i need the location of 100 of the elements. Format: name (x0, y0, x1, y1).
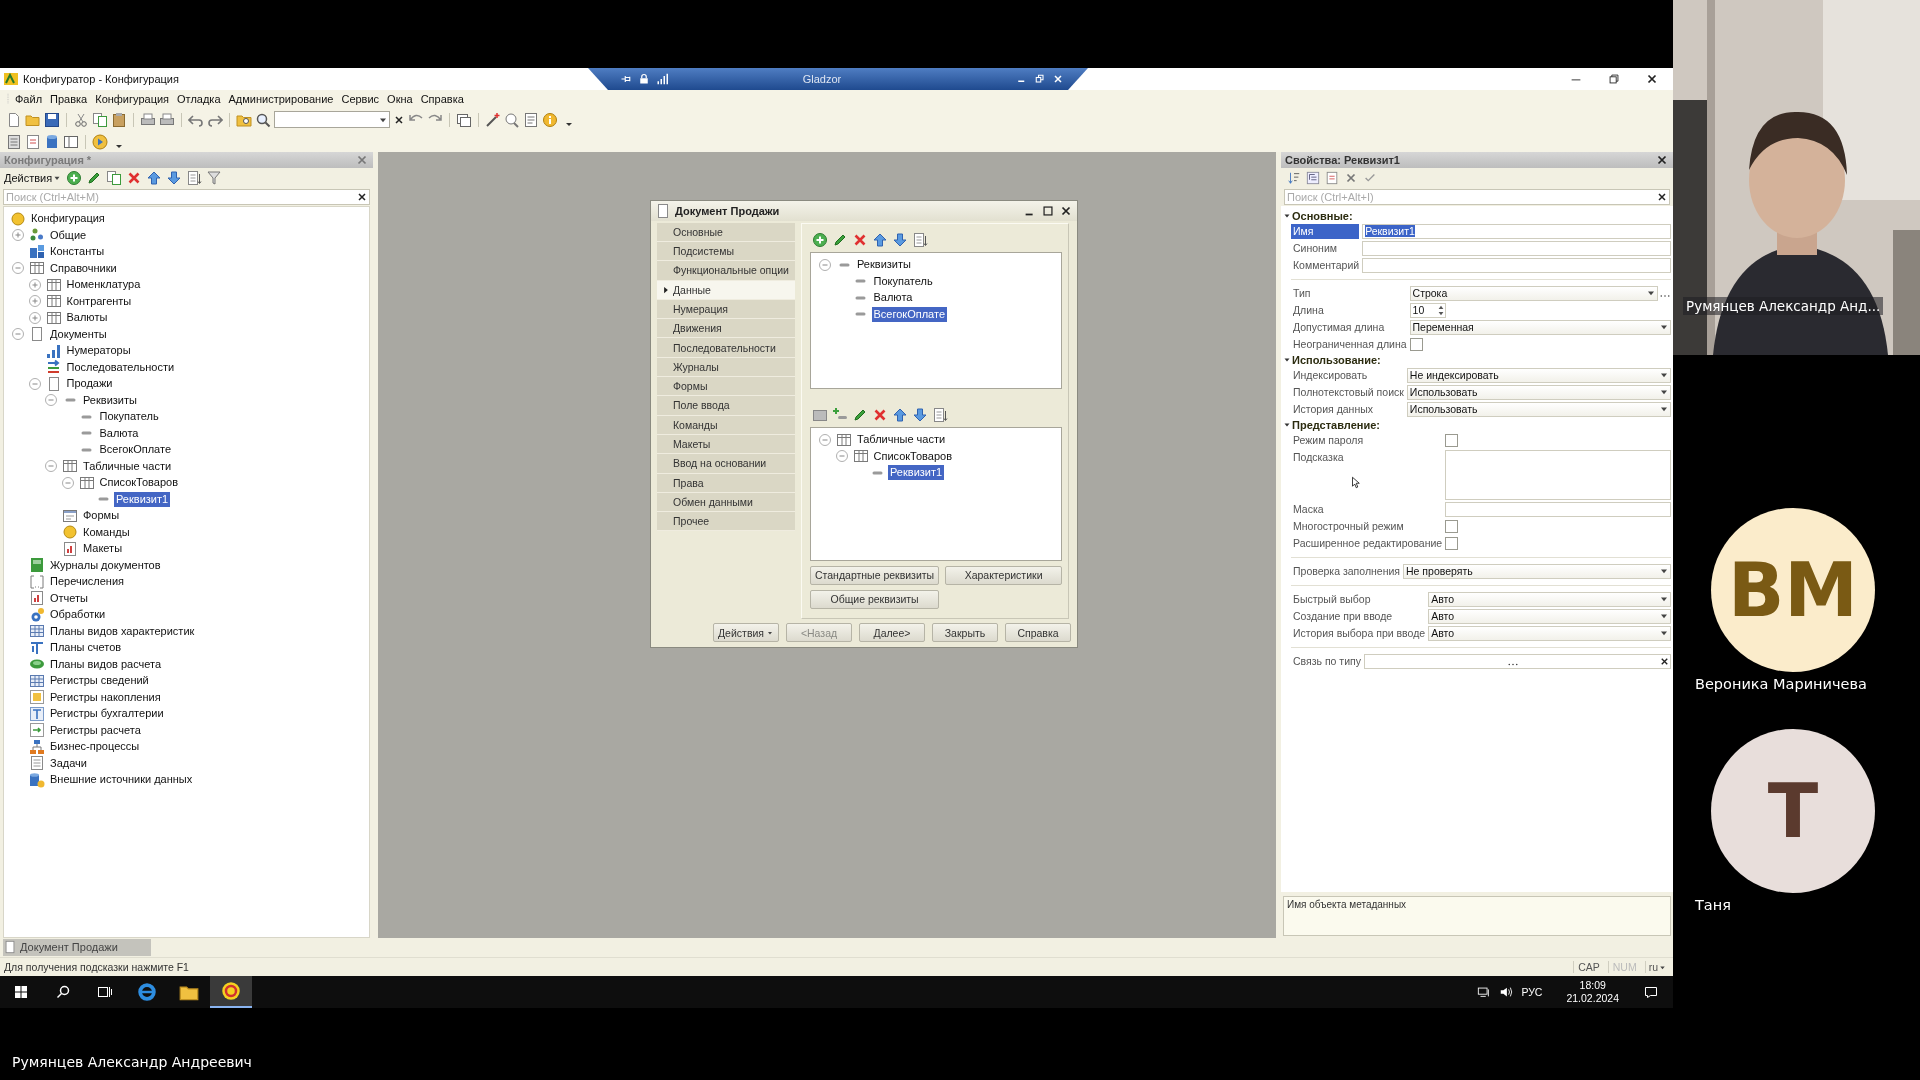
tree-icon[interactable] (1306, 170, 1320, 185)
dropdown-field[interactable]: Авто (1428, 591, 1671, 607)
tree-item[interactable]: Внешние источники данных (48, 772, 195, 788)
tree-item[interactable]: ВсегокОплате (97, 442, 173, 458)
section-item[interactable]: Нумерация (657, 299, 795, 320)
tree-item[interactable]: Журналы документов (48, 557, 163, 573)
page-icon[interactable] (6, 111, 22, 128)
lock-icon[interactable] (638, 73, 650, 85)
tree-item[interactable]: Валюта (97, 425, 141, 441)
menu-item[interactable]: Справка (417, 92, 467, 105)
tree-item[interactable]: Формы (81, 508, 122, 524)
tree-item[interactable]: Нумераторы (64, 343, 133, 359)
section-item[interactable]: Поле ввода (657, 396, 795, 416)
maximize-icon[interactable] (1041, 203, 1055, 218)
input-language[interactable]: РУС (1521, 986, 1543, 998)
task-view-icon[interactable] (97, 984, 113, 1000)
close-icon[interactable] (393, 113, 405, 126)
menu-item[interactable]: Сервис (338, 92, 383, 105)
sheet-icon[interactable] (1325, 170, 1339, 185)
section-item[interactable]: Обмен данными (657, 492, 795, 513)
database-icon[interactable] (44, 133, 60, 150)
list-icon[interactable] (186, 169, 203, 186)
restore-icon[interactable] (1607, 72, 1621, 86)
text-field[interactable] (1445, 501, 1671, 517)
section-item[interactable]: Основные (657, 222, 795, 242)
dropdown-field[interactable]: Не проверять (1403, 563, 1671, 579)
section-item[interactable]: Движения (657, 319, 795, 339)
printer-icon[interactable] (140, 111, 156, 128)
taskbar-app-button[interactable] (210, 976, 252, 1008)
dropdown-field[interactable]: Не индексировать (1406, 367, 1671, 383)
floppy-icon[interactable] (44, 111, 60, 128)
close-icon[interactable] (1656, 190, 1668, 203)
speaker-icon[interactable] (1499, 985, 1514, 999)
dialog-button[interactable]: Закрыть (932, 623, 998, 643)
menu-item[interactable]: Окна (384, 92, 416, 105)
section-item[interactable]: Функциональные опции (657, 261, 795, 281)
tree-item[interactable]: Планы счетов (48, 640, 124, 656)
section-item[interactable]: Прочее (657, 512, 795, 532)
tree-item[interactable]: Регистры сведений (48, 673, 151, 689)
up-arrow-icon[interactable] (146, 169, 163, 186)
tree-item[interactable]: Обработки (48, 607, 108, 623)
printer-icon[interactable] (159, 111, 175, 128)
tree-item[interactable]: Реквизит1 (114, 491, 171, 507)
tree-item[interactable]: Макеты (81, 541, 125, 557)
tree-item[interactable]: Покупатель (97, 409, 161, 425)
tree-item[interactable]: Продажи (64, 376, 115, 392)
list-icon[interactable] (932, 406, 948, 423)
actions-menu-button[interactable]: Действия (4, 171, 63, 184)
tree-item[interactable]: Табличные части (855, 432, 948, 448)
section-item[interactable]: Формы (657, 377, 795, 397)
text-field[interactable] (1362, 240, 1671, 256)
copy-icon[interactable] (106, 169, 123, 186)
tree-item[interactable]: Валюты (64, 310, 110, 326)
tree-item[interactable]: ВсегокОплате (871, 306, 947, 322)
text-field[interactable]: Реквизит1 (1362, 223, 1671, 239)
restore-icon[interactable] (1034, 73, 1046, 85)
down-arrow-icon[interactable] (166, 169, 183, 186)
tree-item[interactable]: Справочники (48, 260, 119, 276)
search-icon[interactable] (255, 111, 271, 128)
section-item[interactable]: Данные (657, 280, 795, 300)
tree-item[interactable]: Задачи (48, 755, 89, 771)
checkbox[interactable] (1445, 433, 1459, 447)
checkbox[interactable] (1445, 519, 1459, 533)
checkbox[interactable] (1409, 337, 1423, 351)
tree-item[interactable]: СписокТоваров (97, 475, 180, 491)
tree-item[interactable]: Реквизиты (81, 392, 139, 408)
menu-item[interactable]: Отладка (174, 92, 224, 105)
section-item[interactable]: Последовательности (657, 338, 795, 358)
tree-item[interactable]: Константы (48, 244, 107, 260)
play-icon[interactable] (92, 133, 108, 150)
scissors-icon[interactable] (73, 111, 89, 128)
tree-item[interactable]: Отчеты (48, 590, 91, 606)
up-arrow-icon[interactable] (892, 406, 908, 423)
spinner-icon[interactable] (1436, 303, 1445, 317)
dropdown-field[interactable]: Авто (1428, 625, 1671, 641)
tree-item[interactable]: Команды (81, 524, 132, 540)
copy-icon[interactable] (92, 111, 108, 128)
actions-menu-button[interactable]: Действия (713, 623, 779, 643)
down-arrow-icon[interactable] (912, 406, 928, 423)
section-item[interactable]: Ввод на основании (657, 454, 795, 474)
tree-item[interactable]: Регистры бухгалтерии (48, 706, 166, 722)
clipboard-icon[interactable] (111, 111, 127, 128)
section-item[interactable]: Журналы (657, 357, 795, 378)
dialog-button[interactable]: Справка (1005, 623, 1071, 643)
group-heading[interactable]: Основные: (1283, 207, 1671, 224)
section-item[interactable]: Команды (657, 415, 795, 435)
tree-item[interactable]: Регистры расчета (48, 722, 143, 738)
section-item[interactable]: Макеты (657, 434, 795, 455)
window-icon[interactable] (456, 111, 472, 128)
dropdown-field[interactable]: Использовать (1406, 384, 1671, 400)
checkbox[interactable] (1445, 536, 1459, 550)
sheet-icon[interactable] (25, 133, 41, 150)
tree-item[interactable]: Реквизит1 (888, 465, 945, 481)
add-icon[interactable] (66, 169, 83, 186)
close-icon[interactable] (1052, 73, 1064, 85)
search-combo-field[interactable] (274, 111, 390, 129)
tree-item[interactable]: Последовательности (64, 359, 177, 375)
tree-item[interactable]: СписокТоваров (871, 448, 954, 464)
windows-icon[interactable] (13, 984, 29, 1000)
panel-icon[interactable] (63, 133, 79, 150)
